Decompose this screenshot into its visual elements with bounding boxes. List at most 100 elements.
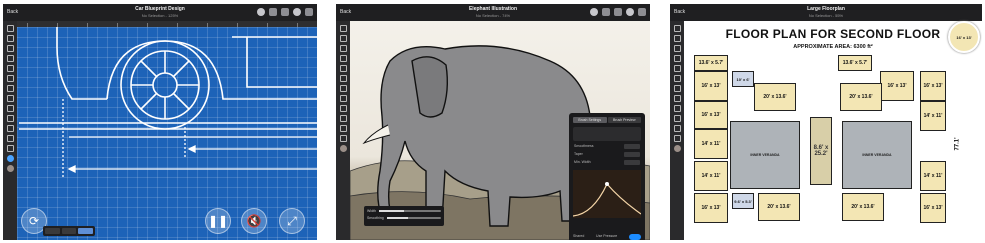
zoom-loupe[interactable]: 16' x 13' [948, 21, 980, 53]
select-tool-icon[interactable] [673, 25, 681, 32]
room[interactable]: 14' x 11' [694, 161, 728, 191]
pen-tool-icon[interactable] [6, 45, 14, 52]
pause-icon[interactable]: ❚❚ [205, 208, 231, 234]
tool-sidebar [3, 21, 17, 240]
room[interactable]: 20' x 13.6' [840, 83, 882, 111]
grid-icon[interactable] [281, 8, 289, 16]
stair-core[interactable]: 8.6' x 25.2' [810, 117, 832, 185]
min-width-field[interactable] [624, 160, 640, 165]
text-tool-icon[interactable] [339, 75, 347, 82]
pencil-tool-icon[interactable] [339, 65, 347, 72]
pressure-curve-graph[interactable] [573, 170, 641, 218]
room[interactable]: 10' x 6' [732, 71, 754, 87]
stroke-style-pen[interactable] [61, 228, 77, 234]
tool-sidebar [336, 21, 350, 240]
width-slider[interactable] [378, 210, 441, 212]
rectangle-tool-icon[interactable] [6, 105, 14, 112]
brush-tool-icon[interactable] [673, 55, 681, 62]
blueprint-canvas[interactable]: ⟳ ❚❚ 🔇 ⤢ [17, 27, 317, 240]
eyedropper-tool-icon[interactable] [339, 135, 347, 142]
courtyard[interactable]: INNER VERANDA [730, 121, 800, 189]
pen-icon[interactable] [602, 8, 610, 16]
room[interactable]: 9.6' x 5.3' [732, 193, 754, 209]
app-screenshot-strip: Back Car Blueprint Design No Selection -… [0, 0, 985, 243]
layers-icon[interactable] [638, 8, 646, 16]
eraser-tool-icon[interactable] [339, 85, 347, 92]
line-tool-icon[interactable] [673, 95, 681, 102]
text-tool-icon[interactable] [6, 75, 14, 82]
room[interactable]: 20' x 13.6' [758, 193, 800, 221]
brush-tool-icon[interactable] [6, 55, 14, 62]
illustration-canvas[interactable]: Brush Settings Brush Preview Smoothness … [350, 21, 650, 240]
grid-icon[interactable] [614, 8, 622, 16]
tool-sidebar [670, 21, 684, 240]
eyedropper-tool-icon[interactable] [6, 135, 14, 142]
room[interactable]: 16' x 13' [694, 193, 728, 223]
smoothness-field[interactable] [624, 144, 640, 149]
layers-icon[interactable] [305, 8, 313, 16]
room[interactable]: 14' x 11' [920, 101, 946, 131]
room[interactable]: 20' x 13.6' [754, 83, 796, 111]
tab-brush-preview[interactable]: Brush Preview [607, 117, 641, 123]
text-tool-icon[interactable] [673, 75, 681, 82]
stroke-style-bar[interactable] [43, 226, 95, 236]
smoothing-slider[interactable] [386, 217, 441, 219]
rectangle-tool-icon[interactable] [673, 105, 681, 112]
fill-tool-icon[interactable] [339, 125, 347, 132]
pencil-tool-icon[interactable] [6, 65, 14, 72]
stroke-style-dashed[interactable] [78, 228, 94, 234]
pen-tool-icon[interactable] [339, 45, 347, 52]
tab-brush-settings[interactable]: Brush Settings [573, 117, 607, 123]
select-tool-icon[interactable] [6, 25, 14, 32]
select-tool-icon[interactable] [339, 25, 347, 32]
undo-icon[interactable] [257, 8, 265, 16]
room[interactable]: 16' x 13' [920, 193, 946, 223]
fill-tool-icon[interactable] [673, 125, 681, 132]
zoom-tool-icon[interactable] [6, 145, 14, 152]
room[interactable]: 16' x 13' [880, 71, 914, 101]
pen-icon[interactable] [269, 8, 277, 16]
room[interactable]: 13.6' x 5.7' [838, 55, 872, 71]
undo-icon[interactable] [590, 8, 598, 16]
stroke-color-swatch[interactable] [6, 155, 14, 162]
direct-select-tool-icon[interactable] [673, 35, 681, 42]
room[interactable]: 16' x 13' [694, 101, 728, 129]
fill-color-swatch[interactable] [6, 165, 14, 172]
fill-tool-icon[interactable] [6, 125, 14, 132]
eyedropper-tool-icon[interactable] [673, 135, 681, 142]
room[interactable]: 16' x 13' [920, 71, 946, 101]
ellipse-tool-icon[interactable] [673, 115, 681, 122]
eraser-tool-icon[interactable] [673, 85, 681, 92]
brush-preview-swatch [573, 127, 641, 141]
fullscreen-icon[interactable]: ⤢ [279, 208, 305, 234]
line-tool-icon[interactable] [6, 95, 14, 102]
stroke-style-solid[interactable] [45, 228, 60, 234]
line-tool-icon[interactable] [339, 95, 347, 102]
settings-gear-icon[interactable] [626, 8, 634, 16]
settings-gear-icon[interactable] [293, 8, 301, 16]
courtyard[interactable]: INNER VERANDA [842, 121, 912, 189]
brush-tool-icon[interactable] [339, 55, 347, 62]
car-blueprint-screen: Back Car Blueprint Design No Selection -… [3, 4, 317, 240]
width-label: Width [367, 209, 376, 213]
direct-select-tool-icon[interactable] [6, 35, 14, 42]
taper-field[interactable] [624, 152, 640, 157]
room[interactable]: 20' x 13.6' [842, 193, 884, 221]
room[interactable]: 13.6' x 5.7' [694, 55, 728, 71]
pen-tool-icon[interactable] [673, 45, 681, 52]
pencil-tool-icon[interactable] [673, 65, 681, 72]
ellipse-tool-icon[interactable] [339, 115, 347, 122]
stroke-color-swatch[interactable] [673, 145, 681, 152]
room[interactable]: 14' x 11' [694, 129, 728, 159]
room[interactable]: 14' x 11' [920, 161, 946, 191]
ellipse-tool-icon[interactable] [6, 115, 14, 122]
floorplan-screen: Back Large Floorplan No Selection - 55% … [670, 4, 982, 240]
direct-select-tool-icon[interactable] [339, 35, 347, 42]
eraser-tool-icon[interactable] [6, 85, 14, 92]
stroke-color-swatch[interactable] [339, 145, 347, 152]
use-pressure-toggle[interactable] [629, 234, 641, 240]
mute-icon[interactable]: 🔇 [241, 208, 267, 234]
rectangle-tool-icon[interactable] [339, 105, 347, 112]
floorplan-canvas[interactable]: FLOOR PLAN FOR SECOND FLOOR APPROXIMATE … [684, 21, 982, 240]
room[interactable]: 16' x 13' [694, 71, 728, 101]
